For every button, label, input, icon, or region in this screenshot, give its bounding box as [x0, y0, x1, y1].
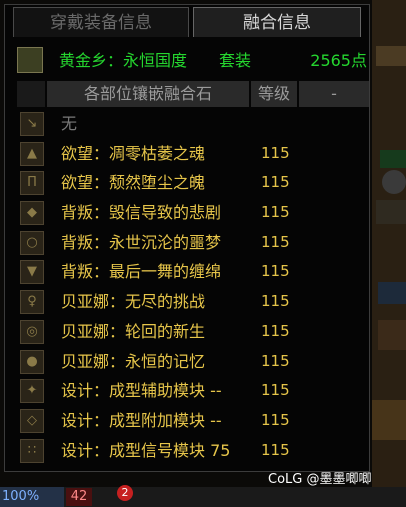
row-level: 115 — [261, 173, 290, 192]
bracelet-icon: ◎ — [20, 319, 44, 344]
tab-equipment-info[interactable]: 穿戴装备信息 — [13, 7, 189, 37]
set-points: 2565点 — [310, 51, 367, 70]
row-level: 115 — [261, 232, 290, 251]
set-info-row: 黄金乡：永恒国度 套装 2565点 — [15, 45, 371, 77]
notification-badge[interactable]: 2 — [117, 485, 133, 501]
row-level: 115 — [261, 321, 290, 340]
header-extra: - — [299, 81, 369, 107]
fusion-stone-list: ↘ 无 ▲ 欲望：凋零枯萎之魂 115 Π 欲望：颓然堕尘之魄 115 ◆ 背叛… — [17, 109, 369, 465]
row-name: 贝亚娜：无尽的挑战 — [61, 292, 206, 312]
tab-fusion-info[interactable]: 融合信息 — [193, 7, 361, 37]
row-level: 115 — [261, 410, 290, 429]
assist-gear-icon: ✦ — [20, 379, 44, 404]
table-row[interactable]: ▼ 背叛：最后一舞的缠绵 115 — [17, 257, 369, 287]
row-level: 115 — [261, 381, 290, 400]
row-level: 115 — [261, 203, 290, 222]
row-level: 115 — [261, 143, 290, 162]
earring-icon: ∷ — [20, 438, 44, 463]
row-name: 背叛：毁信导致的悲剧 — [61, 203, 222, 223]
table-row[interactable]: ↘ 无 — [17, 109, 369, 139]
header-level: 等级 — [251, 81, 297, 107]
table-row[interactable]: ◇ 设计：成型附加模块 -- 115 — [17, 406, 369, 436]
header-fusion-stone: 各部位镶嵌融合石 — [47, 81, 249, 107]
row-level: 115 — [261, 262, 290, 281]
table-row[interactable]: Π 欲望：颓然堕尘之魄 115 — [17, 168, 369, 198]
table-row[interactable]: ▲ 欲望：凋零枯萎之魂 115 — [17, 139, 369, 169]
table-row[interactable]: ◆ 背叛：毁信导致的悲剧 115 — [17, 198, 369, 228]
table-row[interactable]: ◎ 贝亚娜：轮回的新生 115 — [17, 317, 369, 347]
row-name: 设计：成型信号模块 75 — [61, 440, 231, 460]
bottom-hud: 100% 42 2 — [0, 485, 406, 507]
armor-shoulder-icon: ◆ — [20, 201, 44, 226]
row-level: 115 — [261, 351, 290, 370]
armor-legs-icon: Π — [20, 171, 44, 196]
row-level: 115 — [261, 292, 290, 311]
character-level: 42 — [66, 488, 92, 506]
empty-slot-icon: ↘ — [20, 112, 44, 136]
magic-stone-icon: ◇ — [20, 408, 44, 433]
row-name: 背叛：最后一舞的缠绵 — [61, 262, 222, 282]
set-type: 套装 — [219, 51, 252, 70]
table-header: 各部位镶嵌融合石 等级 - — [17, 81, 369, 107]
row-name: 无 — [61, 114, 78, 133]
table-row[interactable]: ✦ 设计：成型辅助模块 -- 115 — [17, 376, 369, 406]
necklace-icon: ♀ — [20, 290, 44, 315]
row-name: 设计：成型辅助模块 -- — [61, 381, 222, 401]
armor-chest-icon: ▲ — [20, 141, 44, 166]
row-name: 欲望：凋零枯萎之魂 — [61, 143, 206, 163]
ring-icon: ● — [20, 349, 44, 374]
fusion-info-panel: 穿戴装备信息 融合信息 黄金乡：永恒国度 套装 2565点 各部位镶嵌融合石 等… — [4, 4, 370, 472]
row-level: 115 — [261, 440, 290, 459]
table-row[interactable]: ● 贝亚娜：永恒的记忆 115 — [17, 347, 369, 377]
set-armor-icon — [17, 47, 43, 73]
row-name: 欲望：颓然堕尘之魄 — [61, 173, 206, 193]
row-name: 贝亚娜：轮回的新生 — [61, 321, 206, 341]
row-name: 贝亚娜：永恒的记忆 — [61, 351, 206, 371]
set-name: 黄金乡：永恒国度 — [59, 51, 188, 70]
table-row[interactable]: ∷ 设计：成型信号模块 75 115 — [17, 436, 369, 466]
table-row[interactable]: ♀ 贝亚娜：无尽的挑战 115 — [17, 287, 369, 317]
row-name: 设计：成型附加模块 -- — [61, 410, 222, 430]
armor-belt-icon: ○ — [20, 230, 44, 255]
header-icon-column — [17, 81, 45, 107]
hp-percent: 100% — [0, 487, 64, 507]
table-row[interactable]: ○ 背叛：永世沉沦的噩梦 115 — [17, 228, 369, 258]
armor-boots-icon: ▼ — [20, 260, 44, 285]
row-name: 背叛：永世沉沦的噩梦 — [61, 232, 222, 252]
